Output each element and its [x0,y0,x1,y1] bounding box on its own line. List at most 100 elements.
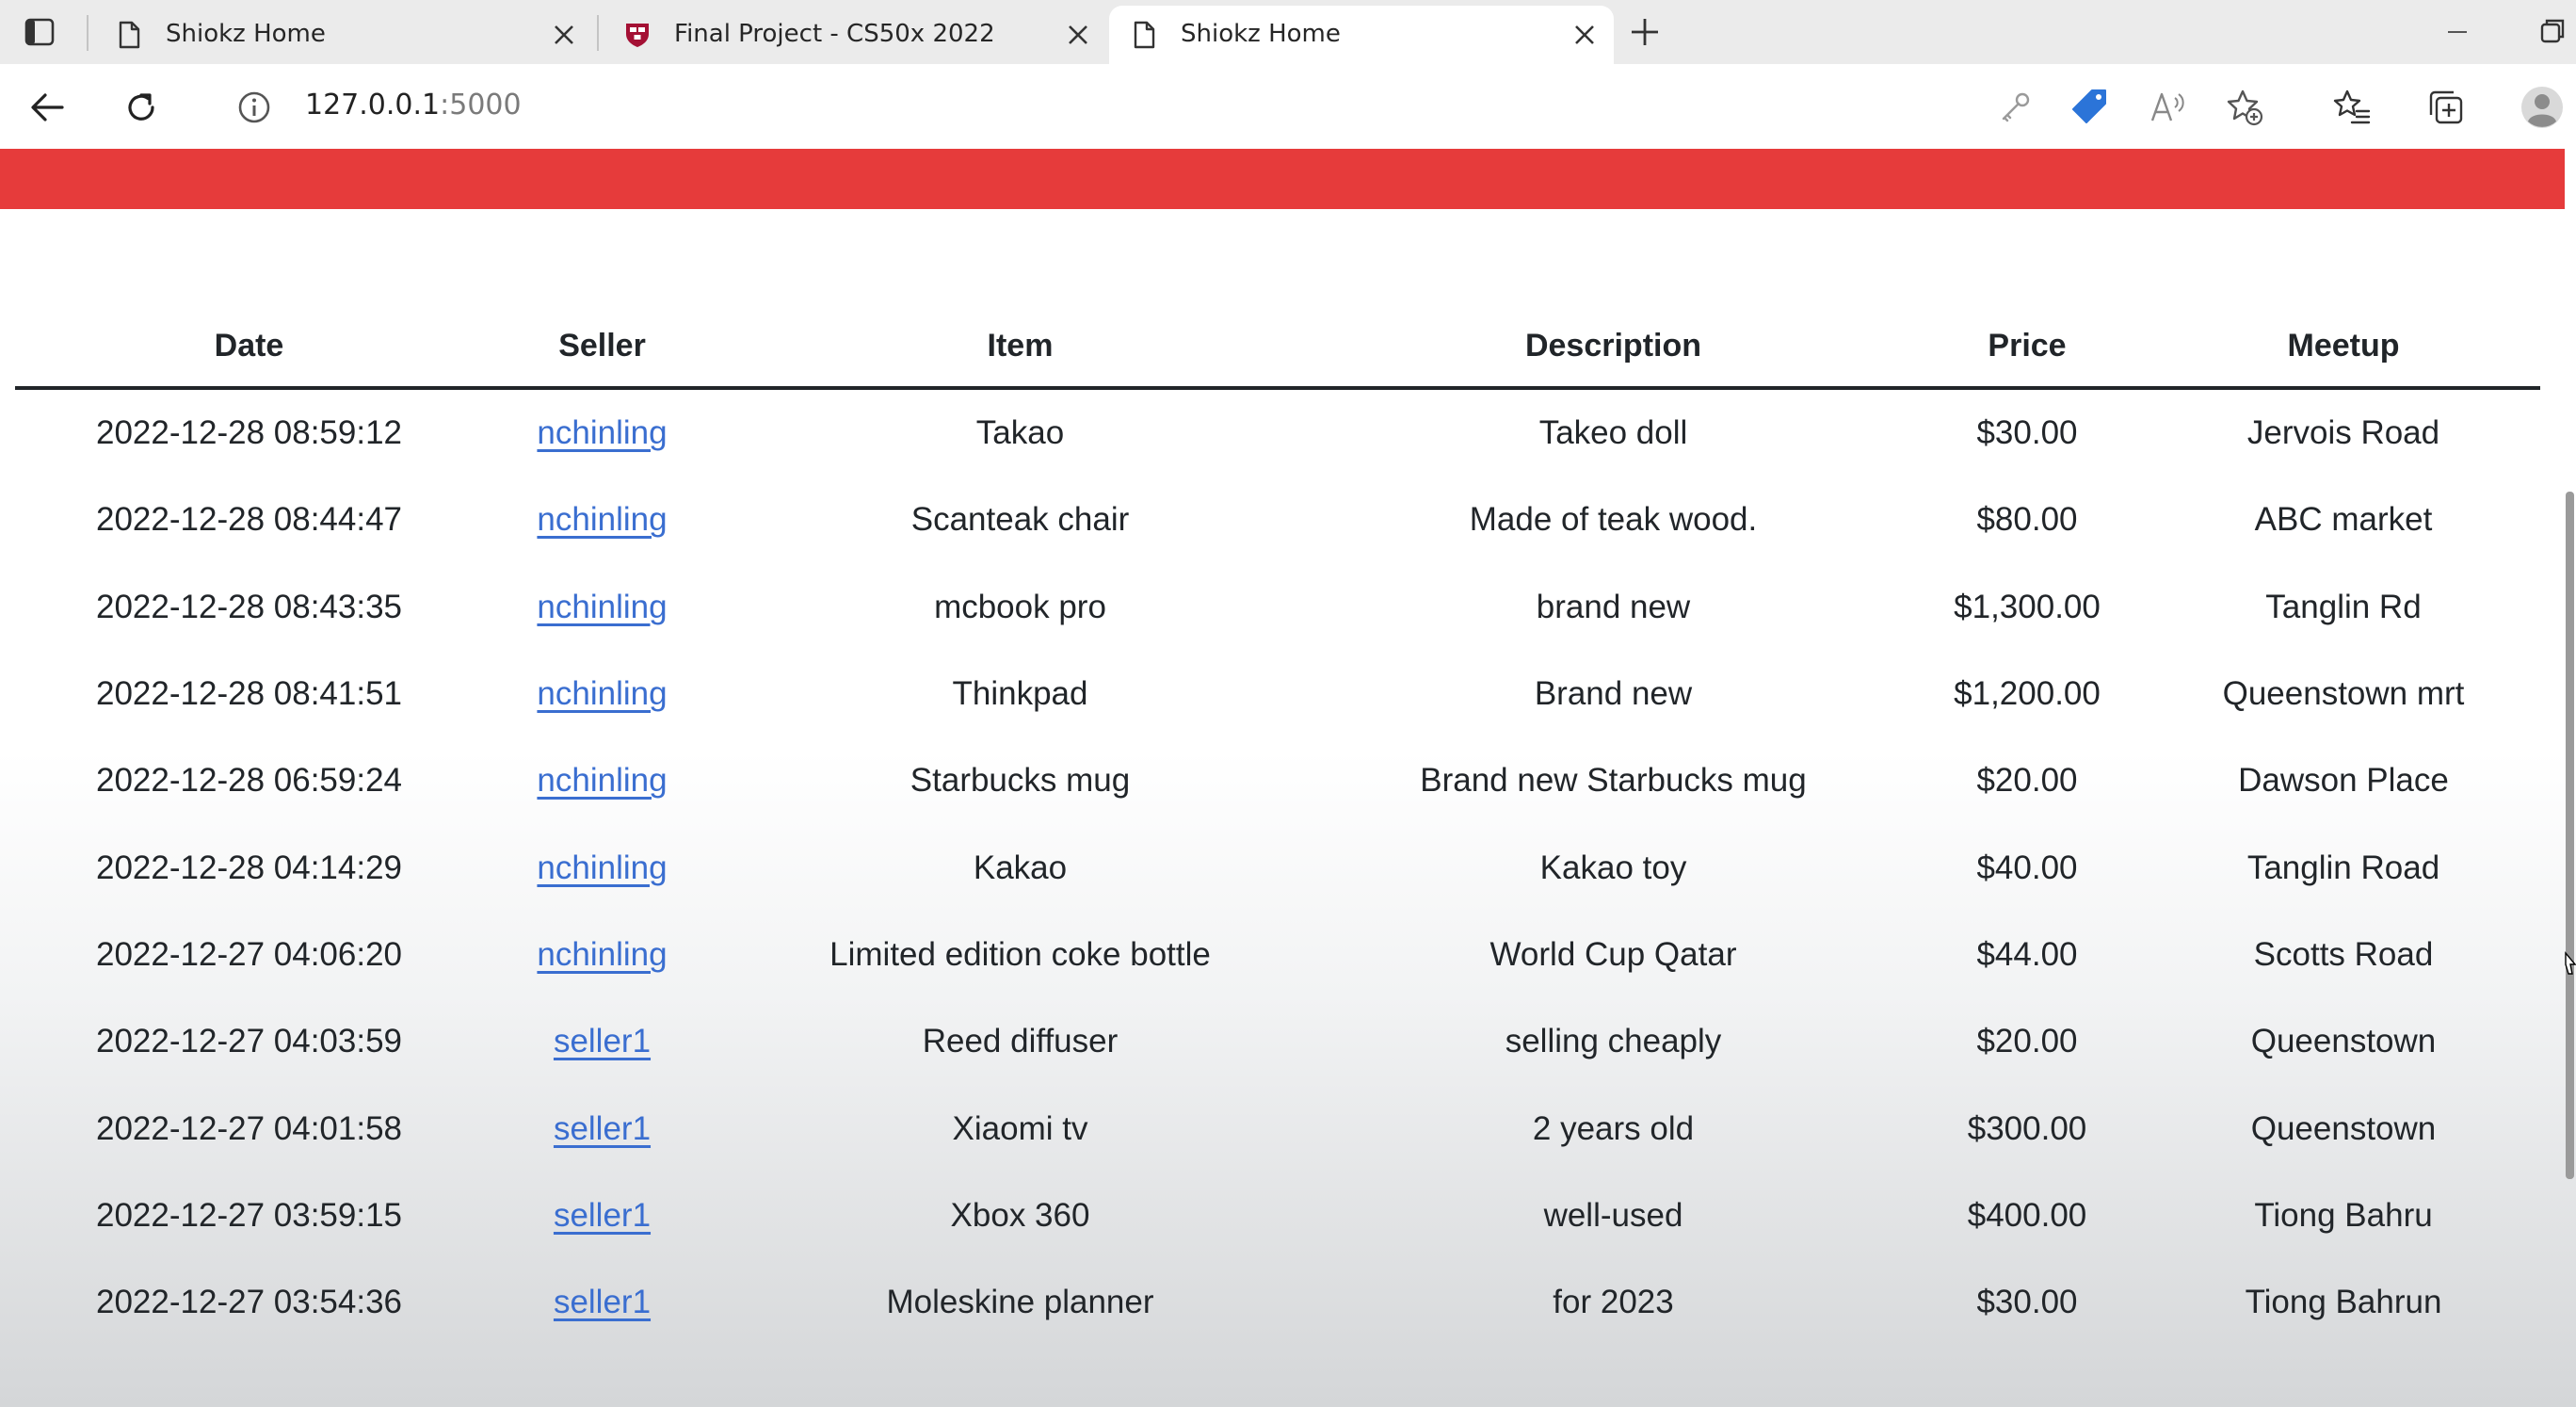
cell-seller: seller1 [483,998,721,1085]
profile-button[interactable] [2520,85,2565,130]
table-row: 2022-12-27 04:01:58 seller1 Xiaomi tv 2 … [15,1085,2540,1172]
cell-price: $30.00 [1976,414,2078,452]
harvard-shield-icon [626,24,649,47]
restore-icon[interactable] [2533,15,2570,49]
seller-link[interactable]: nchinling [537,501,667,538]
collections-button[interactable] [2423,85,2469,130]
cell-description: 2 years old [1532,1109,1695,1147]
seller-link[interactable]: seller1 [554,1110,651,1147]
password-button[interactable] [1992,85,2037,130]
url-port: :5000 [440,89,522,121]
cell-seller: nchinling [483,824,721,911]
tab-final-project[interactable]: Final Project - CS50x 2022 [603,6,1107,64]
table-header-row: Date Seller Item Description Price Meetu… [15,324,2540,390]
read-aloud-button[interactable] [2145,85,2190,130]
seller-link[interactable]: seller1 [554,1023,651,1059]
site-navbar [0,149,2565,209]
address-bar[interactable]: 127.0.0.1:5000 [305,87,522,124]
sidebar-toggle-icon [24,18,55,46]
favorites-button[interactable] [2329,85,2375,130]
star-add-icon [2227,89,2263,126]
site-info-button[interactable] [232,85,277,130]
cell-meetup: Tiong Bahrun [2245,1284,2442,1321]
cell-date: 2022-12-28 08:43:35 [96,588,402,625]
seller-link[interactable]: nchinling [537,936,667,973]
page-icon [119,21,140,49]
seller-link[interactable]: nchinling [537,849,667,886]
url-host: 127.0.0.1 [305,89,441,121]
seller-link[interactable]: nchinling [537,414,667,451]
key-icon [2002,92,2030,122]
cell-price: $30.00 [1976,1284,2078,1321]
cell-meetup: Scotts Road [2253,935,2434,973]
info-icon [238,91,270,123]
cell-seller: seller1 [483,1085,721,1172]
cell-price: $400.00 [1967,1196,2087,1234]
cell-price: $40.00 [1976,849,2078,886]
header-item: Item [721,324,1319,390]
cell-meetup: Jervois Road [2246,414,2440,452]
cell-item: Scanteak chair [910,501,1130,539]
close-icon[interactable] [1066,23,1090,47]
cell-meetup: Tiong Bahru [2254,1196,2433,1234]
tab-separator [597,15,599,51]
cell-item: Reed diffuser [922,1023,1119,1060]
cell-date: 2022-12-28 08:44:47 [96,501,402,539]
browser-toolbar: 127.0.0.1:5000 [0,64,2576,149]
cell-date: 2022-12-27 03:54:36 [96,1284,402,1321]
refresh-icon [128,93,154,121]
close-icon[interactable] [552,23,576,47]
cell-meetup: ABC market [2254,501,2433,539]
listings-table: Date Seller Item Description Price Meetu… [15,324,2540,1346]
cell-item: Xbox 360 [950,1196,1090,1234]
add-favorite-button[interactable] [2222,85,2267,130]
tab-shiokz-home-active[interactable]: Shiokz Home [1109,6,1614,64]
cell-item: Kakao [973,849,1068,886]
back-button[interactable] [24,85,70,130]
seller-link[interactable]: seller1 [554,1284,651,1320]
scrollbar-thumb[interactable] [2566,492,2574,1179]
read-aloud-icon [2150,92,2184,121]
close-icon[interactable] [1572,23,1597,47]
cell-date: 2022-12-27 04:03:59 [96,1023,402,1060]
back-arrow-icon [31,93,64,121]
cell-description: well-used [1543,1196,1683,1234]
page-icon [1134,21,1155,49]
coupon-tag-icon [2072,89,2106,123]
table-row: 2022-12-28 08:59:12 nchinling Takao Take… [15,388,2540,477]
new-tab-button[interactable] [1623,11,1666,53]
cell-date: 2022-12-28 06:59:24 [96,762,402,800]
cell-date: 2022-12-27 04:01:58 [96,1109,402,1147]
cell-description: brand new [1536,588,1691,625]
table-row: 2022-12-27 03:59:15 seller1 Xbox 360 wel… [15,1172,2540,1259]
seller-link[interactable]: nchinling [537,762,667,799]
cell-item: Moleskine planner [886,1284,1154,1321]
coupons-button[interactable] [2068,85,2113,130]
header-date: Date [15,324,483,390]
seller-link[interactable]: nchinling [537,675,667,712]
tab-actions-button[interactable] [15,11,64,53]
cell-price: $300.00 [1967,1109,2087,1147]
header-meetup: Meetup [2147,324,2540,390]
cell-description: World Cup Qatar [1489,935,1737,973]
cell-item: Xiaomi tv [952,1109,1088,1147]
mouse-cursor-icon [2565,951,2576,975]
cell-price: $20.00 [1976,762,2078,800]
tab-shiokz-home-1[interactable]: Shiokz Home [94,6,593,64]
cell-seller: nchinling [483,477,721,563]
seller-link[interactable]: nchinling [537,589,667,625]
cell-description: Made of teak wood. [1469,501,1758,539]
tab-title: Shiokz Home [1181,20,1341,48]
tab-title: Final Project - CS50x 2022 [674,20,995,48]
minimize-icon[interactable] [2439,15,2476,49]
table-row: 2022-12-28 06:59:24 nchinling Starbucks … [15,737,2540,824]
refresh-button[interactable] [119,85,164,130]
cell-price: $1,300.00 [1954,588,2101,625]
cell-seller: nchinling [483,388,721,477]
collections-icon [2429,90,2463,124]
cell-date: 2022-12-27 04:06:20 [96,935,402,973]
cell-price: $20.00 [1976,1023,2078,1060]
cell-description: for 2023 [1553,1284,1674,1321]
cell-description: selling cheaply [1505,1023,1722,1060]
seller-link[interactable]: seller1 [554,1197,651,1234]
